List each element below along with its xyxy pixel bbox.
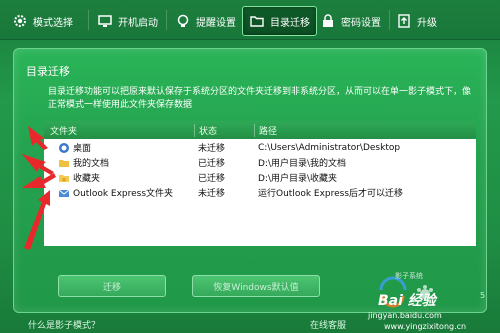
tab-label: 目录迁移 (270, 17, 310, 29)
path-cell: 运行Outlook Express后才可以迁移 (258, 189, 404, 199)
what-is-shadow-mode-link[interactable]: 什么是影子模式？ (28, 318, 100, 331)
tab-mode-select[interactable]: 模式选择 (12, 6, 73, 36)
svg-text:5: 5 (480, 291, 485, 300)
status-cell: 未迁移 (198, 144, 226, 154)
annotation-arrows (22, 126, 56, 250)
status-cell: 已迁移 (198, 174, 226, 184)
lock-icon (323, 14, 333, 27)
upgrade-icon (398, 14, 410, 28)
column-header-status[interactable]: 状态 (194, 123, 254, 137)
watermark-url-secondary: www.yingzixitong.cn (384, 322, 467, 331)
tab-divider (389, 10, 390, 30)
path-cell: C:\Users\Administrator\Desktop (258, 142, 401, 153)
tab-label: 升级 (417, 17, 437, 29)
table-row[interactable]: 收藏夹 已迁移 D:\用户目录\收藏夹 (44, 170, 476, 185)
table-row[interactable]: 桌面 未迁移 C:\Users\Administrator\Desktop (44, 140, 476, 155)
status-cell: 未迁移 (198, 189, 226, 199)
path-cell: D:\用户目录\我的文档 (258, 159, 347, 169)
online-support-link[interactable]: 在线客服 (310, 318, 346, 331)
watermark-brand: Bai 经验 (378, 293, 436, 309)
watermark-url: jingyan.baidu.com (368, 311, 442, 320)
column-header-path[interactable]: 路径 (254, 123, 476, 137)
tab-label: 提醒设置 (196, 17, 236, 29)
restore-default-button[interactable]: 恢复Windows默认值 (192, 275, 320, 297)
folder-icon (250, 16, 264, 27)
migrate-button[interactable]: 迁移 (58, 275, 166, 297)
folder-name: Outlook Express文件夹 (73, 189, 174, 199)
svg-text:影子系统: 影子系统 (395, 271, 423, 280)
tab-bar: 模式选择 开机启动 提醒设置 目录迁移 密码设置 升级 (0, 0, 500, 40)
tab-divider (166, 10, 167, 30)
panel-description: 目录迁移功能可以把原来默认保存于系统分区的文件夹迁移到非系统分区，从而可以在单一… (48, 87, 472, 110)
tab-divider (88, 10, 89, 30)
gear-icon (14, 15, 26, 27)
tab-password[interactable]: 密码设置 (320, 6, 381, 36)
tab-startup[interactable]: 开机启动 (97, 6, 158, 36)
monitor-icon (98, 15, 112, 27)
tab-reminder[interactable]: 提醒设置 (175, 6, 236, 36)
tab-directory-migration[interactable]: 目录迁移 (242, 6, 317, 36)
tab-label: 模式选择 (33, 17, 73, 29)
lightbulb-icon (177, 14, 189, 27)
table-header: 文件夹 状态 路径 (44, 121, 476, 139)
path-cell: D:\用户目录\收藏夹 (258, 174, 338, 184)
app-window: 模式选择 开机启动 提醒设置 目录迁移 密码设置 升级 目录迁移 目录迁移功能可… (0, 0, 500, 333)
tab-label: 开机启动 (118, 17, 158, 29)
tab-label: 密码设置 (341, 17, 381, 29)
table-row[interactable]: Outlook Express文件夹 未迁移 运行Outlook Express… (44, 185, 476, 200)
table-row[interactable]: 我的文档 已迁移 D:\用户目录\我的文档 (44, 155, 476, 170)
status-cell: 已迁移 (198, 159, 226, 169)
folder-table: 文件夹 状态 路径 桌面 未迁移 C:\Users\Administrator\… (44, 121, 476, 246)
panel-title: 目录迁移 (26, 65, 70, 78)
tab-upgrade[interactable]: 升级 (396, 6, 437, 36)
